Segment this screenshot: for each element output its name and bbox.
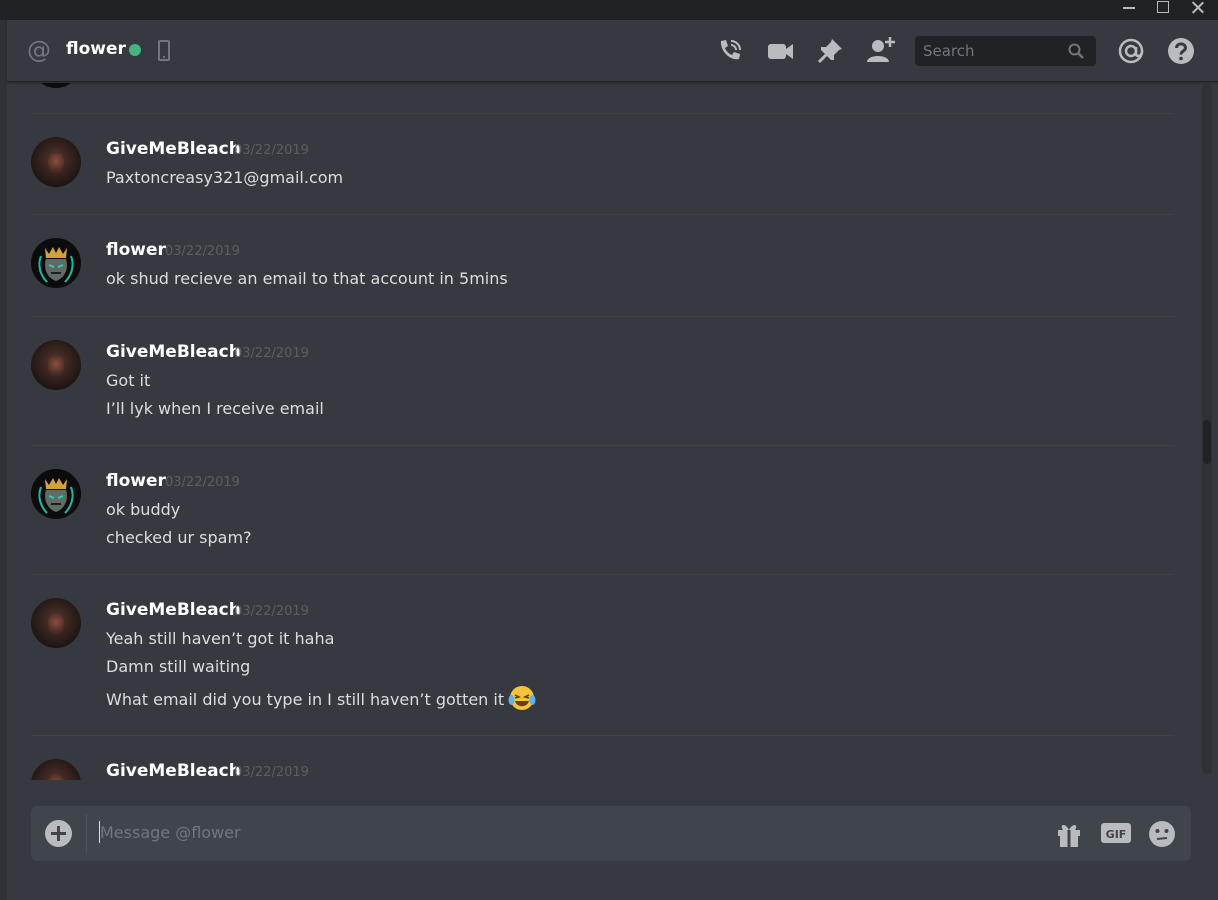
message-text: Damn still waiting: [106, 657, 251, 676]
maximize-icon: [1157, 1, 1169, 13]
joy-emoji-icon: [508, 686, 536, 710]
user-avatar[interactable]: [31, 238, 81, 288]
message-text: ok shud recieve an email to that account…: [106, 269, 508, 288]
channel-header: @ flower Search: [7, 20, 1218, 82]
user-avatar[interactable]: [31, 759, 81, 780]
upload-plus-icon[interactable]: [45, 820, 72, 847]
gif-icon[interactable]: GIF: [1100, 821, 1132, 845]
message-composer: Message @flower GIF: [31, 806, 1191, 861]
composer-divider: [86, 814, 87, 853]
message-group: GiveMeBleach 03/22/2019 Paxtoncreasy321@…: [31, 113, 1174, 214]
user-avatar[interactable]: [31, 83, 81, 88]
search-input[interactable]: Search: [915, 36, 1096, 66]
user-avatar[interactable]: [31, 598, 81, 648]
pin-icon[interactable]: [815, 36, 845, 66]
message-group: GiveMeBleach 03/22/2019 Got it I’ll lyk …: [31, 316, 1174, 445]
dm-recipient-name[interactable]: flower: [66, 39, 126, 59]
online-status-icon: [129, 44, 141, 56]
minimize-button[interactable]: [1112, 0, 1146, 20]
message-text: Got it: [106, 371, 151, 390]
message-text: checked ur spam?: [106, 528, 252, 547]
mention-icon[interactable]: [1116, 36, 1146, 66]
user-avatar[interactable]: [31, 469, 81, 519]
message-input[interactable]: Message @flower: [100, 823, 241, 842]
help-icon[interactable]: [1166, 36, 1196, 66]
message-line-with-emoji: What email did you type in I still haven…: [106, 685, 536, 711]
message-author[interactable]: flower: [106, 471, 166, 491]
message-group: GiveMeBleach 03/22/2019 Yeah still haven…: [31, 574, 1174, 735]
message-timestamp: 03/22/2019: [165, 475, 240, 490]
gif-label: GIF: [1106, 828, 1127, 841]
minimize-icon: [1123, 7, 1135, 9]
message-text: What email did you type in I still haven…: [106, 690, 505, 709]
mobile-device-icon: [158, 40, 170, 61]
message-timestamp: 03/22/2019: [234, 604, 309, 619]
message-group: ok: [31, 83, 1174, 113]
message-timestamp: 03/22/2019: [234, 765, 309, 780]
search-icon: [1068, 43, 1084, 59]
left-edge: [0, 20, 7, 900]
emoji-picker-icon[interactable]: [1147, 819, 1177, 849]
phone-call-icon[interactable]: [715, 36, 745, 66]
window-titlebar: [0, 0, 1218, 20]
search-placeholder: Search: [923, 42, 975, 60]
message-timestamp: 03/22/2019: [234, 143, 309, 158]
add-friend-icon[interactable]: [865, 36, 895, 66]
message-author[interactable]: GiveMeBleach: [106, 139, 241, 159]
message-timestamp: 03/22/2019: [234, 346, 309, 361]
message-author[interactable]: flower: [106, 240, 166, 260]
dm-at-icon: @: [27, 36, 51, 64]
message-author[interactable]: GiveMeBleach: [106, 342, 241, 362]
message-group: GiveMeBleach 03/22/2019: [31, 735, 1174, 780]
gift-icon[interactable]: [1055, 820, 1083, 848]
message-author[interactable]: GiveMeBleach: [106, 600, 241, 620]
maximize-button[interactable]: [1146, 0, 1180, 20]
message-group: flower 03/22/2019 ok buddy checked ur sp…: [31, 445, 1174, 574]
message-text: Paxtoncreasy321@gmail.com: [106, 168, 344, 187]
video-call-icon[interactable]: [765, 36, 795, 66]
message-text: Yeah still haven’t got it haha: [106, 629, 335, 648]
message-list[interactable]: ok GiveMeBleach 03/22/2019 Paxtoncreasy3…: [7, 83, 1202, 780]
message-text: ok: [106, 83, 125, 84]
message-text: I’ll lyk when I receive email: [106, 399, 324, 418]
close-button[interactable]: [1181, 0, 1215, 20]
message-author[interactable]: GiveMeBleach: [106, 761, 241, 780]
scrollbar-thumb[interactable]: [1203, 420, 1211, 464]
message-text: ok buddy: [106, 500, 181, 519]
message-group: flower 03/22/2019 ok shud recieve an ema…: [31, 214, 1174, 316]
user-avatar[interactable]: [31, 137, 81, 187]
message-timestamp: 03/22/2019: [165, 244, 240, 259]
user-avatar[interactable]: [31, 340, 81, 390]
